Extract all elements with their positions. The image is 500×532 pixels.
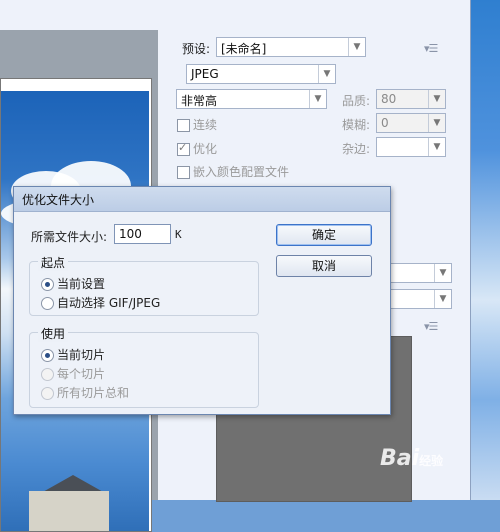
desired-size-label: 所需文件大小: xyxy=(31,230,108,244)
watermark-suffix: 经验 xyxy=(419,454,444,468)
baidu-watermark-logo: Bai经验 xyxy=(380,446,443,471)
dialog-title: 优化文件大小 xyxy=(22,193,95,207)
desired-size-value: 100 xyxy=(119,227,142,241)
format-value: JPEG xyxy=(191,67,219,81)
start-group-title: 起点 xyxy=(38,254,69,271)
ok-button[interactable]: 确定 xyxy=(276,224,372,246)
optimize-file-size-dialog: 优化文件大小 所需文件大小: 100 K 确定 取消 起点 当前设置 自动选择 … xyxy=(13,186,391,415)
option-total-slices: 所有切片总和 xyxy=(57,386,130,400)
format-select[interactable]: JPEG ▼ xyxy=(186,64,336,84)
start-group: 起点 当前设置 自动选择 GIF/JPEG xyxy=(29,254,259,316)
quality-level-value: 非常高 xyxy=(181,94,218,108)
chevron-down-icon: ▼ xyxy=(434,290,451,308)
chevron-down-icon: ▼ xyxy=(434,264,451,282)
chevron-down-icon: ▼ xyxy=(428,138,445,156)
quality-label: 品质: xyxy=(342,94,371,108)
watermark-text: Bai xyxy=(380,446,420,471)
chevron-down-icon: ▼ xyxy=(428,90,445,108)
chevron-down-icon: ▼ xyxy=(428,114,445,132)
preset-label: 预设: xyxy=(182,42,211,56)
option-each-slice: 每个切片 xyxy=(57,367,106,381)
option-current-settings: 当前设置 xyxy=(57,277,106,291)
radio-each-slice[interactable] xyxy=(41,368,54,381)
progressive-label: 连续 xyxy=(193,118,218,132)
option-auto-select: 自动选择 GIF/JPEG xyxy=(57,296,161,310)
option-current-slice: 当前切片 xyxy=(57,348,106,362)
preset-value: [未命名] xyxy=(221,42,267,56)
radio-auto-select[interactable] xyxy=(41,297,54,310)
optimized-checkbox[interactable] xyxy=(177,141,190,156)
use-group: 使用 当前切片 每个切片 所有切片总和 xyxy=(29,325,259,408)
dialog-title-bar[interactable]: 优化文件大小 xyxy=(14,187,390,212)
chevron-down-icon: ▼ xyxy=(309,90,326,108)
panel-menu-icon[interactable]: ▾☰ xyxy=(424,42,438,55)
radio-total-slices[interactable] xyxy=(41,387,54,400)
use-group-title: 使用 xyxy=(38,325,69,342)
optimized-label: 优化 xyxy=(193,142,218,156)
radio-current-settings[interactable] xyxy=(41,278,54,291)
matte-label: 杂边: xyxy=(342,142,371,156)
matte-select[interactable]: ▼ xyxy=(376,137,446,157)
cancel-button[interactable]: 取消 xyxy=(276,255,372,277)
blur-label: 模糊: xyxy=(342,118,371,132)
color-reduction-select[interactable]: ▼ xyxy=(388,263,452,283)
embed-profile-label: 嵌入颜色配置文件 xyxy=(193,165,290,179)
embed-profile-checkbox[interactable] xyxy=(177,166,190,179)
house xyxy=(29,491,109,531)
blur-value: 0 xyxy=(381,116,389,130)
chevron-down-icon: ▼ xyxy=(348,38,365,56)
blur-input[interactable]: 0 ▼ xyxy=(376,113,446,133)
preset-select[interactable]: [未命名] ▼ xyxy=(216,37,366,57)
radio-current-slice[interactable] xyxy=(41,349,54,362)
dither-select[interactable]: ▼ xyxy=(388,289,452,309)
chevron-down-icon: ▼ xyxy=(318,65,335,83)
panel-menu-icon[interactable]: ▾☰ xyxy=(424,320,438,333)
desired-size-input[interactable]: 100 xyxy=(114,224,171,244)
quality-input[interactable]: 80 ▼ xyxy=(376,89,446,109)
progressive-checkbox[interactable] xyxy=(177,119,190,132)
quality-level-select[interactable]: 非常高 ▼ xyxy=(176,89,327,109)
quality-value: 80 xyxy=(381,92,397,106)
size-unit: K xyxy=(175,228,182,241)
